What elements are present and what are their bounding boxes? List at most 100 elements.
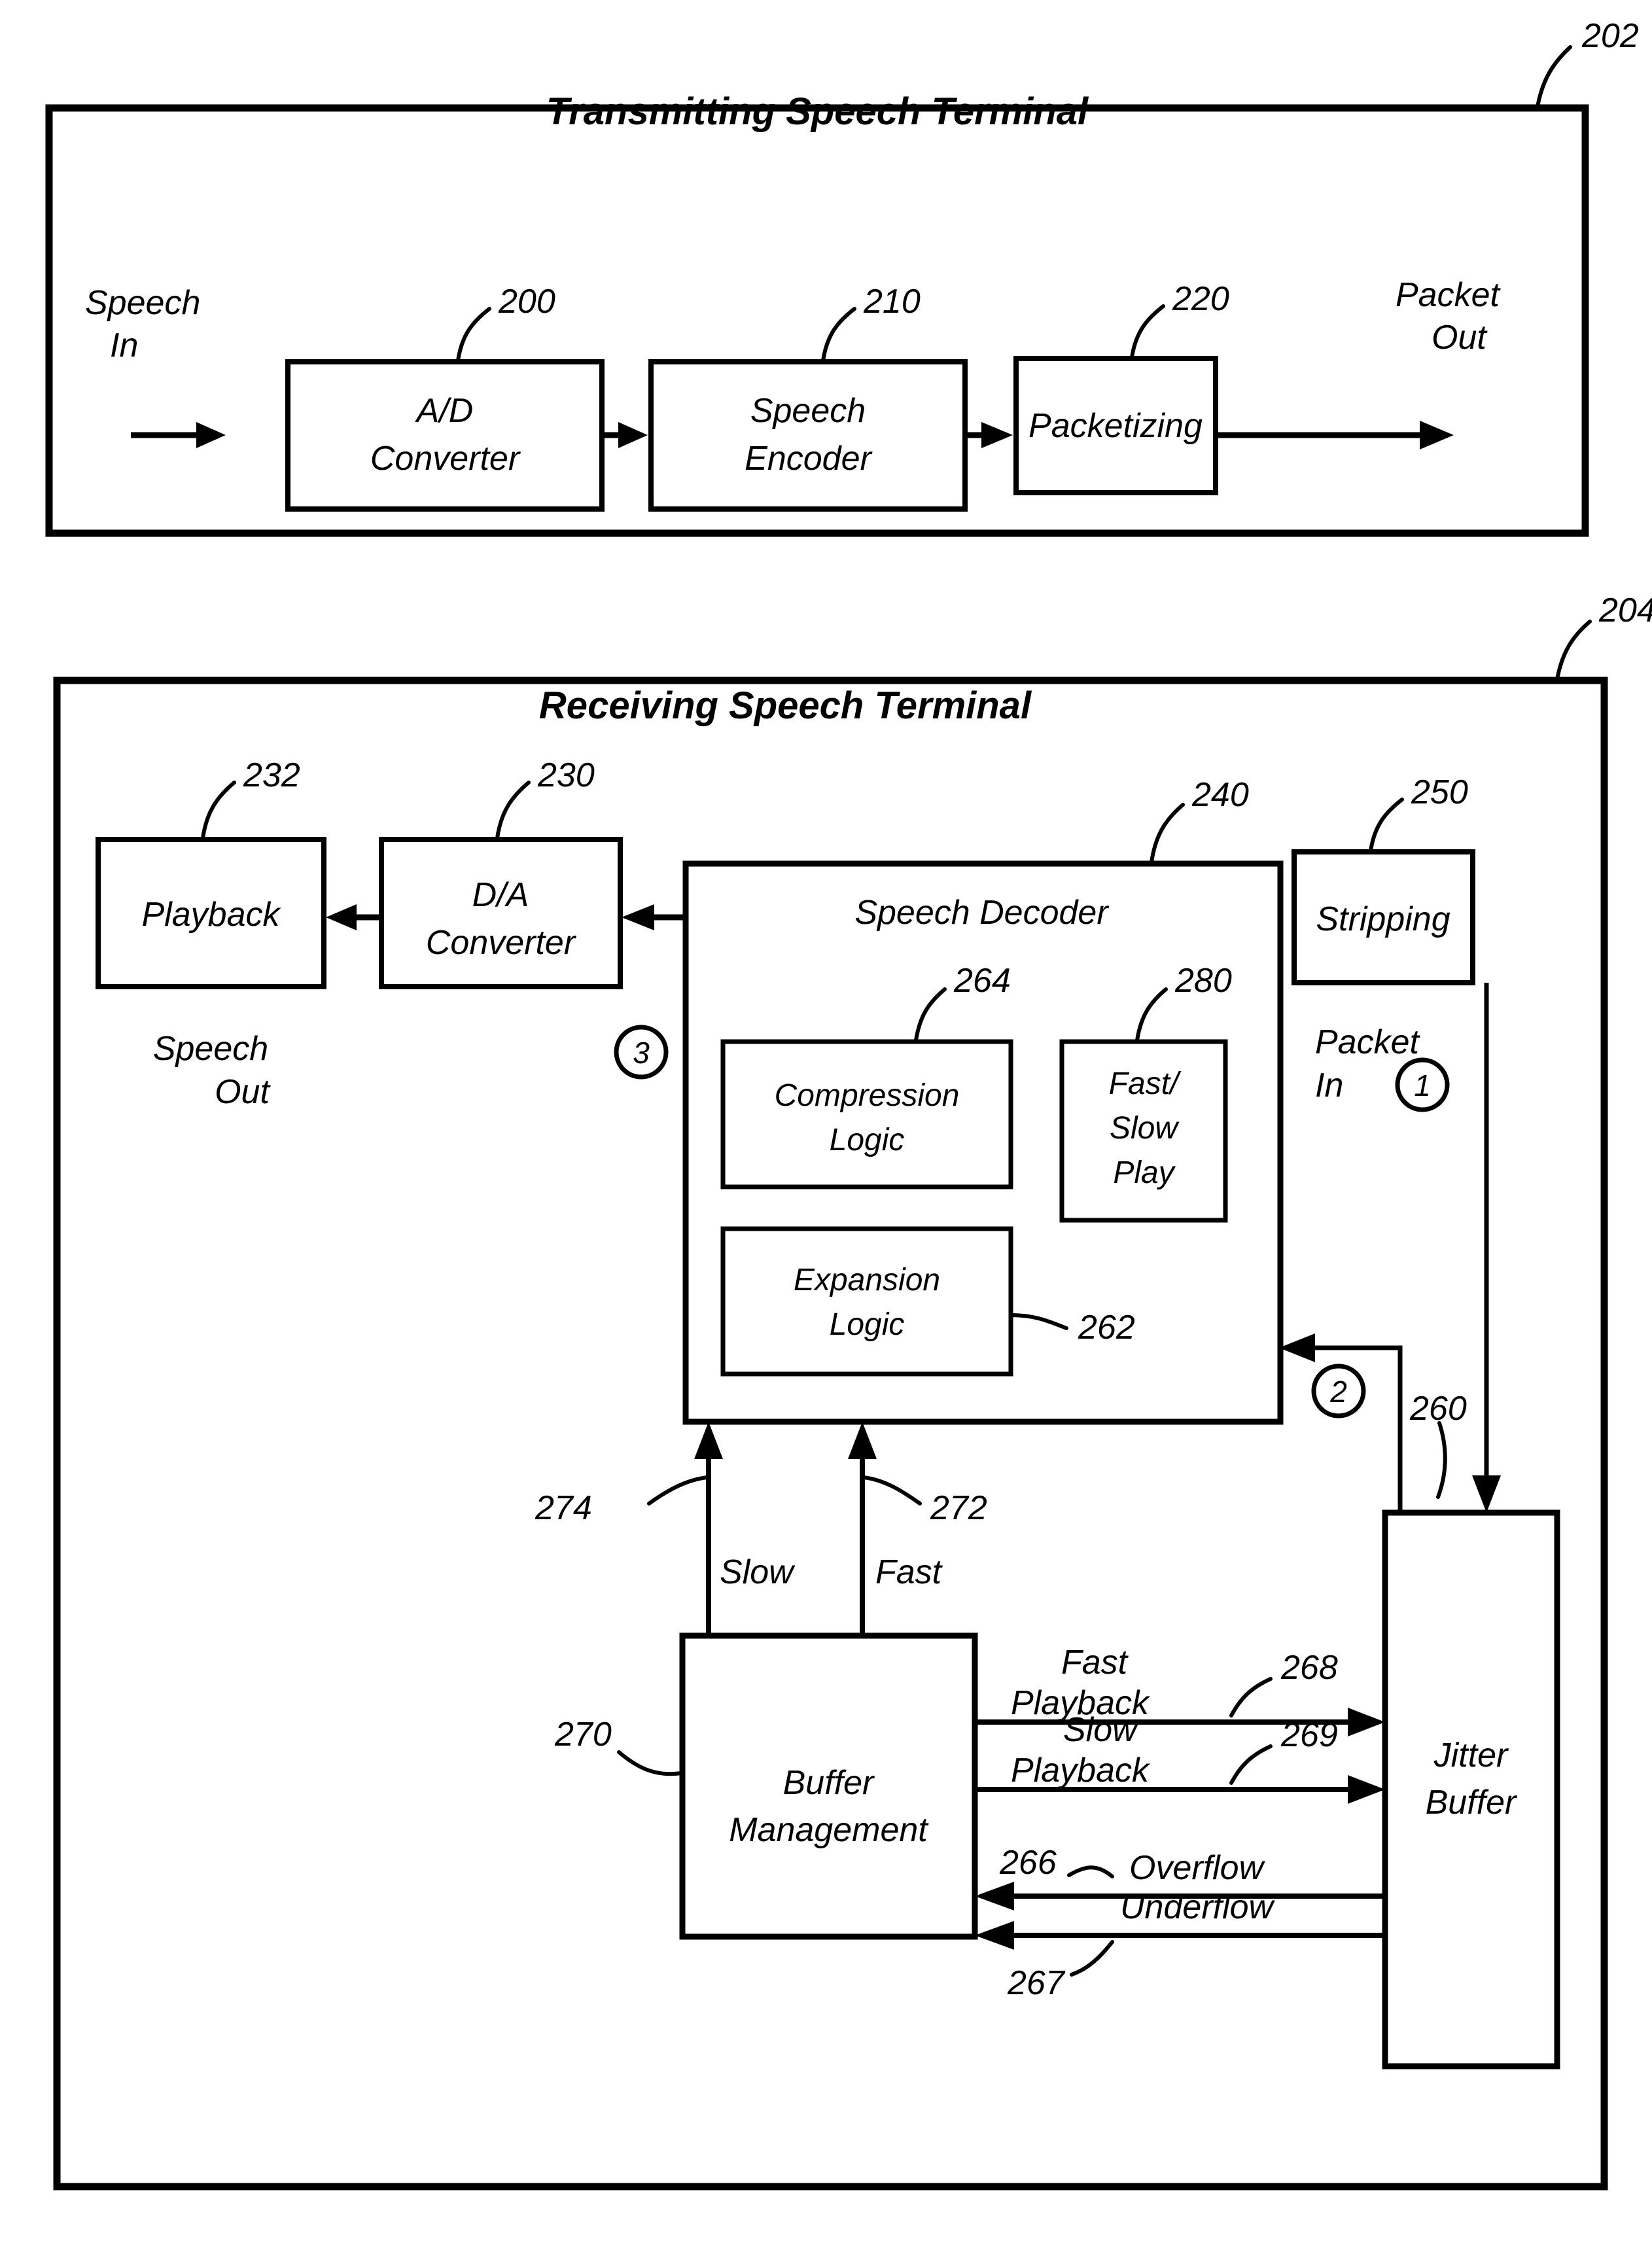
lead-line-268	[1229, 1677, 1273, 1717]
signal-slow-label: Slow	[720, 1553, 796, 1591]
ref-262: 262	[1078, 1309, 1135, 1347]
transmitting-terminal-title: Transmitting Speech Terminal	[546, 90, 1089, 133]
block-fast-slow-play-label-line2: Slow	[1110, 1111, 1180, 1146]
ref-202: 202	[1581, 17, 1639, 55]
speech-in-label-line2: In	[110, 326, 138, 364]
lead-line-210	[821, 307, 856, 362]
receiving-terminal-title: Receiving Speech Terminal	[539, 684, 1032, 727]
block-compression-logic-box	[720, 1039, 1013, 1189]
block-stripping-label: Stripping	[1316, 900, 1450, 938]
lead-line-232	[201, 781, 236, 840]
block-expansion-logic-label-line2: Logic	[830, 1307, 905, 1342]
step-marker-3-label: 3	[633, 1036, 650, 1070]
ref-272: 272	[930, 1489, 987, 1527]
line-stripping-to-jitter-buffer	[1472, 983, 1501, 1513]
block-stripping: 250 Stripping	[1292, 773, 1475, 985]
block-jitter-buffer: Jitter Buffer	[1382, 1509, 1560, 2069]
ref-267: 267	[1007, 1964, 1066, 2002]
block-packetizing: 220 Packetizing	[1013, 280, 1229, 495]
packet-in-label-line1: Packet	[1315, 1023, 1421, 1061]
step-marker-3: 3	[614, 1025, 669, 1080]
signal-overflow-label: Overflow	[1129, 1849, 1266, 1887]
step-marker-2: 2	[1311, 1364, 1366, 1418]
signal-underflow-267: Underflow 267	[975, 1888, 1385, 2002]
ref-220: 220	[1172, 280, 1229, 318]
ref-280: 280	[1174, 962, 1232, 1000]
ref-230: 230	[537, 756, 595, 794]
line-jitter-to-decoder	[1279, 1333, 1403, 1513]
step-marker-1: 1	[1395, 1057, 1450, 1112]
block-packetizing-label: Packetizing	[1028, 407, 1203, 445]
block-speech-decoder-label: Speech Decoder	[854, 894, 1110, 932]
packet-out-label-line2: Out	[1432, 319, 1488, 357]
lead-line-202	[1536, 45, 1572, 109]
ref-260: 260	[1409, 1390, 1467, 1428]
lead-line-240	[1150, 803, 1185, 864]
signal-underflow-label: Underflow	[1120, 1888, 1276, 1926]
block-speech-encoder-box	[648, 359, 968, 512]
lead-line-250	[1369, 798, 1404, 853]
speech-in-label-line1: Speech	[85, 284, 200, 322]
lead-line-269	[1229, 1744, 1273, 1785]
ref-269: 269	[1280, 1716, 1338, 1754]
lead-line-204	[1555, 620, 1592, 681]
ref-200: 200	[498, 283, 555, 321]
step-marker-2-label: 2	[1329, 1375, 1347, 1409]
lead-line-272	[862, 1475, 922, 1506]
block-fast-slow-play-label-line3: Play	[1113, 1155, 1176, 1190]
lead-line-270	[617, 1750, 683, 1776]
block-ad-converter: 200 A/D Converter	[285, 283, 605, 512]
block-playback-label: Playback	[142, 896, 282, 934]
signal-slow-274: 274 Slow	[535, 1422, 796, 1636]
block-da-converter: 230 D/A Converter	[379, 756, 623, 989]
signal-slow-playback-label-line1: Slow	[1063, 1711, 1139, 1749]
block-playback: 232 Playback	[96, 756, 326, 989]
patent-figure: 202 Transmitting Speech Terminal Speech …	[0, 0, 1652, 2254]
speech-out-label-line1: Speech	[153, 1030, 268, 1068]
lead-line-220	[1130, 304, 1165, 359]
ref-270: 270	[554, 1716, 612, 1753]
arrow-encoder-to-packetizing	[965, 422, 1013, 448]
speech-out-label-line2: Out	[215, 1073, 271, 1111]
block-jitter-buffer-label-line2: Buffer	[1426, 1784, 1518, 1822]
packet-out-label-line1: Packet	[1396, 276, 1502, 314]
block-compression-logic-label-line2: Logic	[830, 1123, 905, 1157]
block-speech-decoder: 240 Speech Decoder 264 Compression Logic…	[682, 776, 1284, 1425]
step-marker-1-label: 1	[1414, 1068, 1431, 1102]
ref-204: 204	[1598, 591, 1652, 629]
ref-266: 266	[999, 1844, 1057, 1882]
block-fast-slow-play-label-line1: Fast/	[1109, 1066, 1182, 1101]
signal-fast-272: 272 Fast	[848, 1422, 987, 1636]
block-expansion-logic-label-line1: Expansion	[794, 1263, 940, 1297]
packet-out-arrow	[1216, 421, 1454, 449]
block-speech-encoder-label-line2: Encoder	[745, 440, 873, 478]
block-speech-encoder-label-line1: Speech	[750, 392, 866, 430]
ref-264: 264	[953, 962, 1011, 1000]
arrow-ad-to-encoder	[602, 422, 648, 448]
arrow-decoder-to-da	[622, 904, 686, 930]
signal-fast-playback-label-line1: Fast	[1061, 1644, 1129, 1682]
block-buffer-management-label-line2: Management	[729, 1811, 929, 1849]
packet-in-label-line2: In	[1315, 1066, 1343, 1104]
signal-slow-playback-label-line2: Playback	[1011, 1752, 1151, 1789]
block-ad-converter-label-line1: A/D	[415, 392, 474, 430]
block-compression-logic-label-line1: Compression	[775, 1078, 960, 1113]
transmitting-terminal-group: 202 Transmitting Speech Terminal Speech …	[45, 17, 1639, 537]
block-ad-converter-label-line2: Converter	[370, 440, 521, 478]
block-da-converter-label-line2: Converter	[426, 924, 577, 962]
signal-fast-label: Fast	[875, 1553, 943, 1591]
ref-268: 268	[1280, 1649, 1338, 1687]
ref-250: 250	[1411, 773, 1468, 811]
ref-232: 232	[243, 756, 300, 794]
block-expansion-logic-box	[720, 1226, 1013, 1377]
ref-274: 274	[535, 1489, 592, 1527]
ref-240: 240	[1191, 776, 1249, 814]
signal-slow-playback-269: Slow Playback 269	[975, 1711, 1385, 1804]
receiving-terminal-group: 204 Receiving Speech Terminal 232 Playba…	[53, 591, 1652, 2191]
lead-line-200	[456, 307, 491, 362]
block-da-converter-label-line1: D/A	[472, 876, 529, 914]
arrow-da-to-playback	[326, 904, 379, 930]
lead-line-267	[1070, 1940, 1114, 1977]
speech-in-arrow	[131, 422, 226, 448]
ref-210: 210	[863, 283, 921, 321]
